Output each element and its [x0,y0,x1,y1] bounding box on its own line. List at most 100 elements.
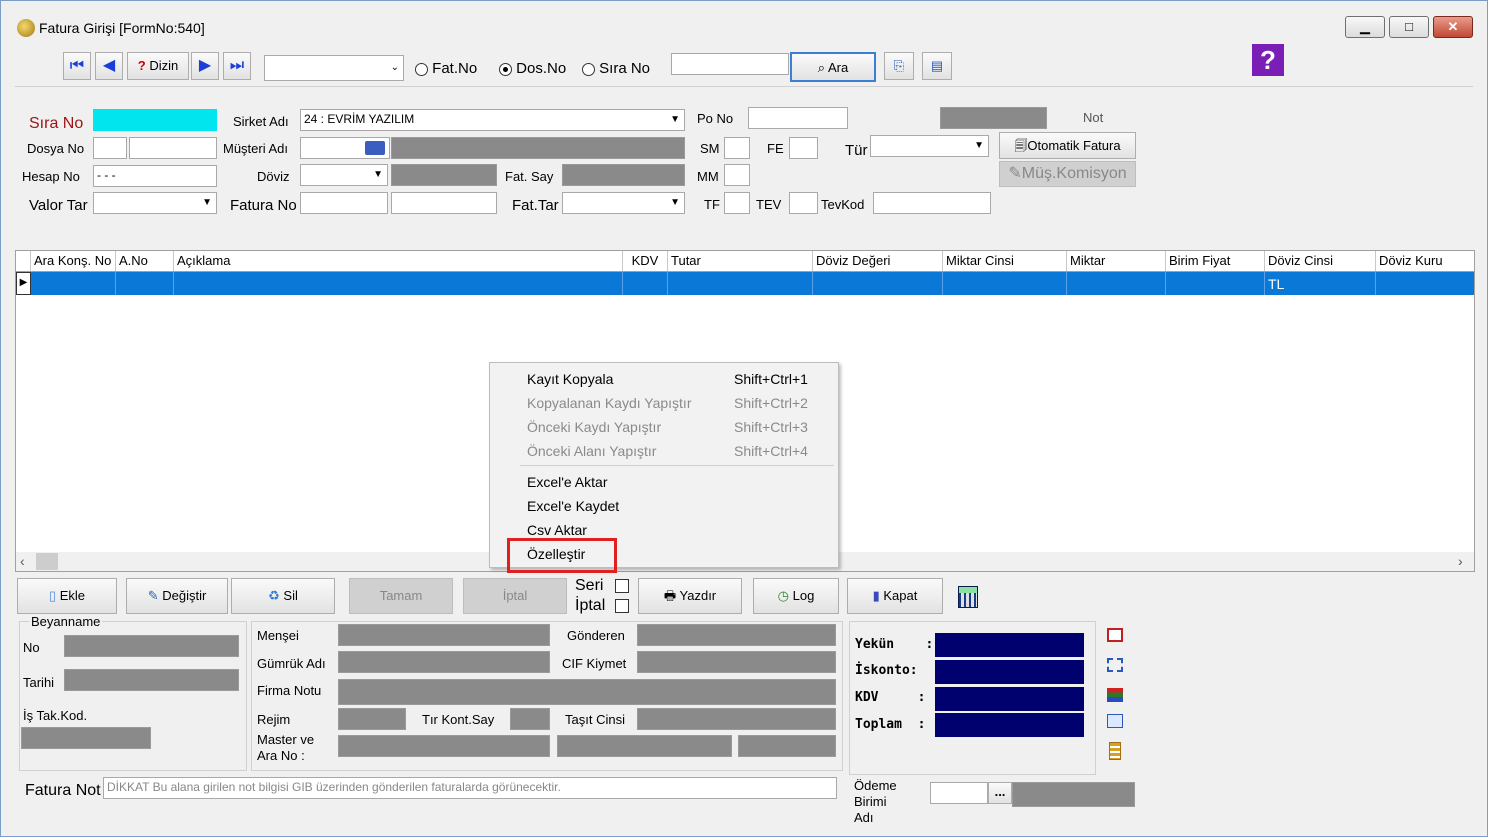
iptal-button[interactable]: İptal [463,578,567,614]
scroll-left-icon[interactable]: ‹ [20,553,25,569]
column-header[interactable]: Tutar [668,251,813,271]
yazdir-button[interactable]: 🖶 Yazdır [638,578,742,614]
menu-item-excel-kaydet[interactable]: Excel'e Kaydet [527,498,619,514]
preview-button[interactable]: ▤ [922,52,952,80]
fat-tar-select[interactable]: ▼ [562,192,685,214]
ara-button[interactable]: ⌕ Ara [790,52,876,82]
tur-select[interactable]: ▼ [870,135,989,157]
column-header[interactable]: Açıklama [174,251,623,271]
mm-input[interactable] [724,164,750,186]
close-icon: ✕ [1447,19,1459,34]
fatura-no-input[interactable] [300,192,388,214]
radio-sira-no[interactable]: Sıra No [582,60,658,77]
minimize-button[interactable]: ▁ [1345,16,1385,38]
seri-checkbox[interactable] [615,579,629,593]
fe-input[interactable] [789,137,818,159]
po-no-input[interactable] [748,107,848,129]
tasit-cinsi-field [637,708,836,730]
iskonto-label: İskonto: [855,663,918,678]
grid-cell[interactable] [813,272,943,295]
iptal-checkbox[interactable] [615,599,629,613]
export-icon[interactable] [1107,628,1123,642]
grid-cell[interactable] [1166,272,1265,295]
grid-cell[interactable] [116,272,174,295]
sira-no-field[interactable] [93,109,217,131]
scroll-thumb[interactable] [36,553,58,570]
hesap-no-input[interactable]: - - - [93,165,217,187]
last-record-button[interactable]: ⏭ [223,52,251,80]
dizin-button[interactable]: ? Dizin [127,52,189,80]
tev-input[interactable] [789,192,818,214]
doviz-cinsi-cell[interactable]: TL [1265,272,1376,295]
grid-cell[interactable] [31,272,116,295]
fatura-no-2-input[interactable] [391,192,497,214]
column-header[interactable]: Ara Konş. No [31,251,116,271]
odeme-lookup-button[interactable]: ... [988,782,1012,804]
doviz-select[interactable]: ▼ [300,164,388,186]
tamam-button[interactable]: Tamam [349,578,453,614]
menu-item-onceki-alan-yapistir[interactable]: Önceki Alanı Yapıştır [527,443,656,459]
column-header[interactable]: Miktar [1067,251,1166,271]
odeme-birimi-input[interactable] [930,782,988,804]
copy-button[interactable]: ⎘ [884,52,914,80]
sil-button[interactable]: ♻ Sil [231,578,335,614]
column-header[interactable]: Birim Fiyat [1166,251,1265,271]
list-icon[interactable] [1109,742,1121,760]
scroll-right-icon[interactable]: › [1458,553,1463,569]
sirket-adi-select[interactable]: 24 : EVRİM YAZILIM ▼ [300,109,685,131]
tevkod-input[interactable] [873,192,991,214]
menu-item-excel-aktar[interactable]: Excel'e Aktar [527,474,608,490]
menu-item-kopyalanan-yapistir[interactable]: Kopyalanan Kaydı Yapıştır [527,395,691,411]
prev-record-button[interactable]: ◀ [95,52,123,80]
help-button[interactable]: ? [1252,44,1284,76]
next-record-button[interactable]: ▶ [191,52,219,80]
grid-cell[interactable] [174,272,623,295]
menu-item-csv-aktar[interactable]: Csv Aktar [527,522,587,538]
grid-cell[interactable] [1067,272,1166,295]
sm-input[interactable] [724,137,750,159]
iptal-label: İptal [575,597,606,614]
kapat-button[interactable]: ▮ Kapat [847,578,943,614]
grid-cell[interactable] [668,272,813,295]
column-header[interactable]: A.No [116,251,174,271]
odeme-label-1: Ödeme [854,778,897,793]
degistir-button[interactable]: ✎ Değiştir [126,578,228,614]
dosya-no-prefix-input[interactable] [93,137,127,159]
books-icon[interactable] [1107,688,1123,702]
column-header[interactable]: Döviz Cinsi [1265,251,1376,271]
search-input[interactable] [671,53,789,75]
column-header[interactable]: KDV [623,251,668,271]
next-icon: ▶ [198,57,212,74]
dosya-no-input[interactable] [129,137,217,159]
tf-input[interactable] [724,192,750,214]
mus-komisyon-button[interactable]: ✎Müş.Komisyon [999,161,1136,187]
column-header[interactable]: Döviz Kuru [1376,251,1474,271]
radio-dos-no[interactable]: Dos.No [499,60,566,77]
ekle-button[interactable]: ▯ Ekle [17,578,117,614]
dropdown-arrow-icon: ▼ [670,114,680,125]
grid-cell[interactable] [623,272,668,295]
grid-cell[interactable] [1376,272,1474,295]
notes-icon[interactable] [1107,714,1123,728]
column-header[interactable]: Döviz Değeri [813,251,943,271]
valor-tar-select[interactable]: ▼ [93,192,217,214]
tevkod-label: TevKod [821,197,865,212]
first-record-button[interactable]: ⏮ [63,52,91,80]
menu-item-onceki-kayit-yapistir[interactable]: Önceki Kaydı Yapıştır [527,419,661,435]
search-type-combo[interactable]: ⌄ [264,55,404,81]
close-button[interactable]: ✕ [1433,16,1473,38]
row-indicator[interactable]: ▶ [16,272,31,295]
fatura-not-input[interactable]: DİKKAT Bu alana girilen not bilgisi GIB … [103,777,837,799]
log-button[interactable]: ◷ Log [753,578,839,614]
radio-fat-no[interactable]: Fat.No [415,60,477,77]
grid-cell[interactable] [943,272,1067,295]
column-header[interactable]: Miktar Cinsi [943,251,1067,271]
printer-icon: 🖶 [663,588,677,603]
otomatik-fatura-button[interactable]: 🗐Otomatik Fatura [999,132,1136,159]
select-icon[interactable] [1107,658,1123,672]
calculator-icon[interactable] [958,586,978,608]
menu-item-kayit-kopyala[interactable]: Kayıt Kopyala [527,371,613,387]
rejim-field [338,708,406,730]
maximize-button[interactable]: □ [1389,16,1429,38]
musteri-kod-input[interactable] [300,137,390,159]
